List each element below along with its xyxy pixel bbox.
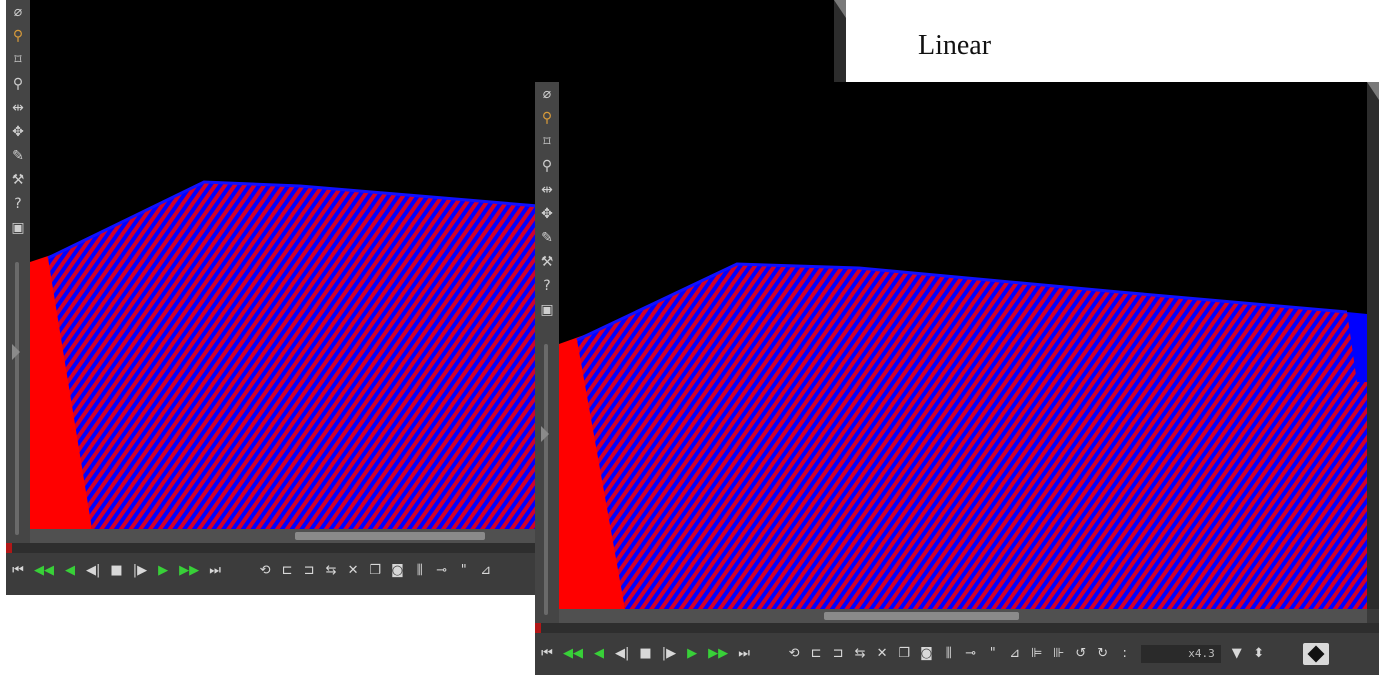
- surface-plot: [559, 262, 1367, 609]
- snapshot-icon[interactable]: ◙: [391, 563, 404, 579]
- colon-icon[interactable]: :: [1119, 646, 1131, 662]
- align-center-icon[interactable]: ⊪: [1053, 646, 1065, 662]
- play-icon[interactable]: ▶: [686, 646, 698, 662]
- fast-forward-icon[interactable]: ▶▶: [708, 646, 728, 662]
- skip-start-icon[interactable]: ⏮: [541, 646, 553, 662]
- loop-icon[interactable]: ⟲: [788, 646, 800, 662]
- link-icon[interactable]: ⊸: [965, 646, 977, 662]
- horizontal-scroll-thumb[interactable]: [824, 612, 1019, 620]
- speed-flag-icon[interactable]: ▼: [1231, 646, 1243, 662]
- skip-start-icon[interactable]: ⏮: [12, 563, 24, 579]
- reverse-play-icon[interactable]: ◀: [593, 646, 605, 662]
- render-canvas[interactable]: [559, 82, 1367, 609]
- dropper-icon[interactable]: ⚒: [535, 250, 559, 274]
- tool-strip: ⌀ ⚲ ⌑ ⚲ ⇹ ✥ ✎ ⚒? ▣: [6, 0, 30, 543]
- loop-icon[interactable]: ⟲: [259, 563, 271, 579]
- skip-end-icon[interactable]: ⏭: [209, 563, 221, 579]
- snapshot-icon[interactable]: ◙: [920, 646, 933, 662]
- vertical-scrollbar[interactable]: [1367, 82, 1379, 609]
- step-back-icon[interactable]: ◀|: [615, 646, 629, 662]
- horizontal-scroll-thumb[interactable]: [295, 532, 485, 540]
- speed-counter[interactable]: x4.3: [1140, 645, 1221, 663]
- keyframe-diamond-icon[interactable]: [1302, 643, 1329, 665]
- tool-strip: ⌀ ⚲ ⌑ ⚲ ⇹ ✥ ✎ ⚒? ▣: [535, 82, 559, 623]
- viewer-window-front: ⌀ ⚲ ⌑ ⚲ ⇹ ✥ ✎ ⚒? ▣ ⏮ ◀◀ ◀ ◀| ■ |▶ ▶ ▶▶ ⏭…: [535, 82, 1379, 675]
- swap-icon[interactable]: ⇆: [325, 563, 337, 579]
- lasso-icon[interactable]: ⌑: [6, 48, 30, 72]
- transport-row: ⏮ ◀◀ ◀ ◀| ■ |▶ ▶ ▶▶ ⏭ ⟲ ⊏ ⊐ ⇆ ✕ ❐ ◙ ⫼ ⊸ " ⊿ ⊫ ⊪ ↺ ↻: x4.3 ▼ ⬍: [541, 643, 1329, 665]
- frame-icon[interactable]: ▣: [6, 216, 30, 240]
- figure-icon[interactable]: ⚲: [535, 154, 559, 178]
- frame-icon[interactable]: ▣: [535, 298, 559, 322]
- link-icon[interactable]: ⊸: [436, 563, 448, 579]
- rotate-icon[interactable]: ↺: [1075, 646, 1087, 662]
- record-marker: [535, 623, 541, 633]
- stage: ⌀⚲⌑⚲⇹✥✎⚒?▣ ⏮◀◀◀◀|■|▶▶▶▶⏭: [0, 0, 1380, 675]
- tool-list: ⌀ ⚲ ⌑ ⚲ ⇹ ✥ ✎ ⚒? ▣: [535, 82, 559, 322]
- resize-corner-icon[interactable]: [834, 0, 846, 18]
- collapse-arrow-icon[interactable]: [12, 344, 20, 360]
- magnify-icon[interactable]: ⚲: [6, 24, 30, 48]
- move-horizontal-icon[interactable]: ⇹: [6, 96, 30, 120]
- mark-out-icon[interactable]: ⊐: [303, 563, 315, 579]
- help-icon[interactable]: ?: [6, 192, 30, 216]
- copy-frame-icon[interactable]: ❐: [369, 563, 381, 579]
- play-icon[interactable]: ▶: [157, 563, 169, 579]
- no-entry-icon[interactable]: ⌀: [535, 82, 559, 106]
- step-forward-icon[interactable]: |▶: [662, 646, 676, 662]
- resize-corner-icon[interactable]: [1367, 82, 1379, 100]
- mark-out-icon[interactable]: ⊐: [832, 646, 844, 662]
- skip-end-icon[interactable]: ⏭: [738, 646, 750, 662]
- pencil-icon[interactable]: ✎: [535, 226, 559, 250]
- level-icon[interactable]: ⊿: [1009, 646, 1021, 662]
- surface-hatched-face: [577, 264, 1367, 609]
- cross-icon[interactable]: ✕: [876, 646, 888, 662]
- no-entry-icon[interactable]: ⌀: [6, 0, 30, 24]
- help-icon[interactable]: ?: [535, 274, 559, 298]
- record-marker: [6, 543, 12, 553]
- pencil-icon[interactable]: ✎: [6, 144, 30, 168]
- cross-icon[interactable]: ✕: [347, 563, 359, 579]
- tool-list: ⌀ ⚲ ⌑ ⚲ ⇹ ✥ ✎ ⚒? ▣: [6, 0, 30, 240]
- rotate-alt-icon[interactable]: ↻: [1097, 646, 1109, 662]
- film-icon[interactable]: ⫼: [943, 646, 955, 662]
- stop-icon[interactable]: ■: [110, 563, 122, 579]
- figure-icon[interactable]: ⚲: [6, 72, 30, 96]
- magnify-icon[interactable]: ⚲: [535, 106, 559, 130]
- fast-reverse-icon[interactable]: ◀◀: [563, 646, 583, 662]
- film-icon[interactable]: ⫼: [414, 563, 426, 579]
- swap-icon[interactable]: ⇆: [854, 646, 866, 662]
- move-horizontal-icon[interactable]: ⇹: [535, 178, 559, 202]
- step-forward-icon[interactable]: |▶: [133, 563, 147, 579]
- align-left-icon[interactable]: ⊫: [1031, 646, 1043, 662]
- move-arrows-icon[interactable]: ✥: [535, 202, 559, 226]
- mark-in-icon[interactable]: ⊏: [810, 646, 822, 662]
- horizontal-scrollbar[interactable]: [559, 609, 1367, 623]
- mark-in-icon[interactable]: ⊏: [281, 563, 293, 579]
- vertical-scroll-track[interactable]: [15, 262, 19, 535]
- caption-label: Linear: [918, 30, 992, 61]
- move-arrows-icon[interactable]: ✥: [6, 120, 30, 144]
- transport-bar: ⏮ ◀◀ ◀ ◀| ■ |▶ ▶ ▶▶ ⏭ ⟲ ⊏ ⊐ ⇆ ✕ ❐ ◙ ⫼ ⊸ " ⊿ ⊫ ⊪ ↺ ↻: x4.3 ▼ ⬍: [535, 623, 1379, 675]
- fast-forward-icon[interactable]: ▶▶: [179, 563, 199, 579]
- stop-icon[interactable]: ■: [639, 646, 651, 662]
- speed-spinner-icon[interactable]: ⬍: [1253, 646, 1265, 662]
- dropper-icon[interactable]: ⚒: [6, 168, 30, 192]
- quote-icon[interactable]: ": [987, 646, 999, 662]
- lasso-icon[interactable]: ⌑: [535, 130, 559, 154]
- copy-frame-icon[interactable]: ❐: [898, 646, 910, 662]
- vertical-scroll-track[interactable]: [544, 344, 548, 615]
- level-icon[interactable]: ⊿: [480, 563, 492, 579]
- fast-reverse-icon[interactable]: ◀◀: [34, 563, 54, 579]
- quote-icon[interactable]: ": [458, 563, 470, 579]
- reverse-play-icon[interactable]: ◀: [64, 563, 76, 579]
- collapse-arrow-icon[interactable]: [541, 426, 549, 442]
- transport-row: ⏮ ◀◀ ◀ ◀| ■ |▶ ▶ ▶▶ ⏭ ⟲ ⊏ ⊐ ⇆ ✕ ❐ ◙ ⫼ ⊸ " ⊿: [12, 563, 492, 579]
- step-back-icon[interactable]: ◀|: [86, 563, 100, 579]
